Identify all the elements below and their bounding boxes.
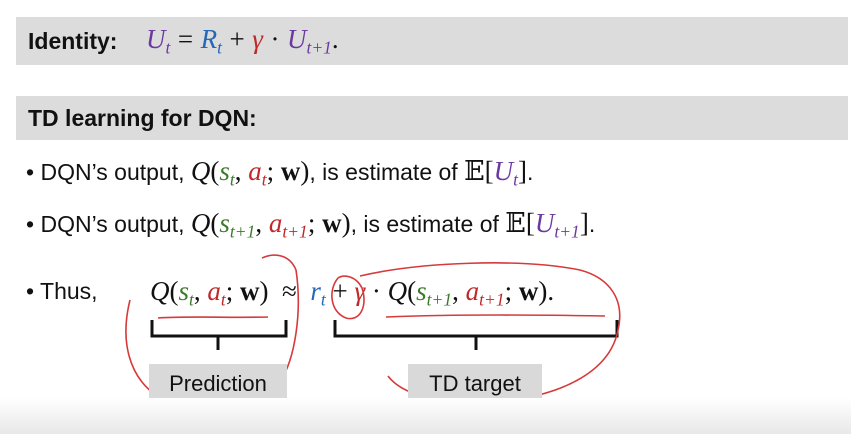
prediction-underline-mark [157, 316, 269, 319]
td-target-underline-mark [385, 314, 606, 318]
prediction-brace [150, 320, 288, 350]
reward-circle-mark [331, 275, 365, 320]
bottom-fade [0, 398, 851, 434]
td-target-brace [333, 320, 619, 350]
